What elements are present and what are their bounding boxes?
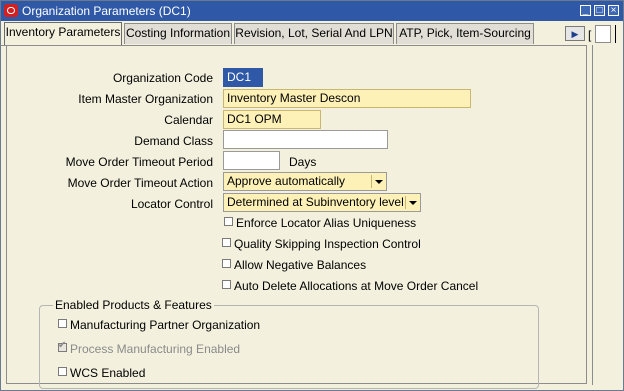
tab-strip: Inventory Parameters Costing Information… [1,21,623,45]
process-manufacturing-checkbox [58,340,67,352]
org-code-field[interactable]: DC1 [223,68,263,87]
wcs-enabled-label: WCS Enabled [70,366,146,380]
minimize-icon[interactable]: _ [580,5,591,16]
allow-negative-balances-checkbox[interactable] [222,259,231,268]
tab-atp-pick-item-sourcing[interactable]: ATP, Pick, Item-Sourcing [396,23,534,44]
enforce-locator-alias-label: Enforce Locator Alias Uniqueness [236,216,417,230]
locator-control-value: Determined at Subinventory level [227,195,404,209]
item-master-label: Item Master Organization [78,92,213,106]
timeout-action-label: Move Order Timeout Action [67,176,213,190]
org-code-label: Organization Code [112,71,213,85]
tab-revision-lot-serial-lpn[interactable]: Revision, Lot, Serial And LPN [234,23,394,44]
select-divider [405,196,406,209]
tab-costing-information[interactable]: Costing Information [124,23,232,44]
timeout-period-field[interactable] [223,151,280,170]
calendar-field[interactable]: DC1 OPM [223,110,321,129]
tab-scroll-right-icon[interactable]: ▶ [565,26,585,41]
maximize-icon[interactable]: □ [594,5,605,16]
auto-delete-allocations-checkbox[interactable] [222,280,231,289]
demand-class-label: Demand Class [134,134,213,148]
quality-skipping-label: Quality Skipping Inspection Control [234,237,421,251]
tab-inventory-parameters[interactable]: Inventory Parameters [4,22,122,45]
demand-class-field[interactable] [223,130,388,149]
tab-bracket: [ [588,28,592,42]
chevron-down-icon[interactable] [409,201,417,205]
allow-negative-balances-label: Allow Negative Balances [234,258,367,272]
timeout-period-unit: Days [289,155,317,169]
divider [615,25,616,43]
enabled-products-title: Enabled Products & Features [53,298,214,312]
window-title: Organization Parameters (DC1) [22,4,191,18]
auto-delete-allocations-label: Auto Delete Allocations at Move Order Ca… [234,279,479,293]
enforce-locator-alias-checkbox[interactable] [224,217,233,226]
timeout-action-value: Approve automatically [227,174,346,188]
manufacturing-partner-checkbox[interactable] [58,319,67,328]
organization-parameters-window: Organization Parameters (DC1) _ □ × Inve… [0,0,624,391]
panel-right-border [592,45,593,385]
locator-control-label: Locator Control [130,197,213,211]
close-icon[interactable]: × [608,5,619,16]
item-master-field[interactable]: Inventory Master Descon [223,89,471,108]
chevron-down-icon[interactable] [375,180,383,184]
calendar-label: Calendar [164,113,213,127]
process-manufacturing-label: Process Manufacturing Enabled [70,342,241,356]
oracle-app-icon [4,4,18,17]
timeout-period-label: Move Order Timeout Period [65,155,213,169]
locator-control-select[interactable]: Determined at Subinventory level [223,193,421,212]
title-bar[interactable]: Organization Parameters (DC1) _ □ × [1,1,623,21]
quality-skipping-checkbox[interactable] [222,238,231,247]
manufacturing-partner-label: Manufacturing Partner Organization [70,318,261,332]
wcs-enabled-checkbox[interactable] [58,367,67,376]
timeout-action-select[interactable]: Approve automatically [223,172,387,191]
select-divider [371,175,372,188]
tab-list-box[interactable] [595,25,611,43]
